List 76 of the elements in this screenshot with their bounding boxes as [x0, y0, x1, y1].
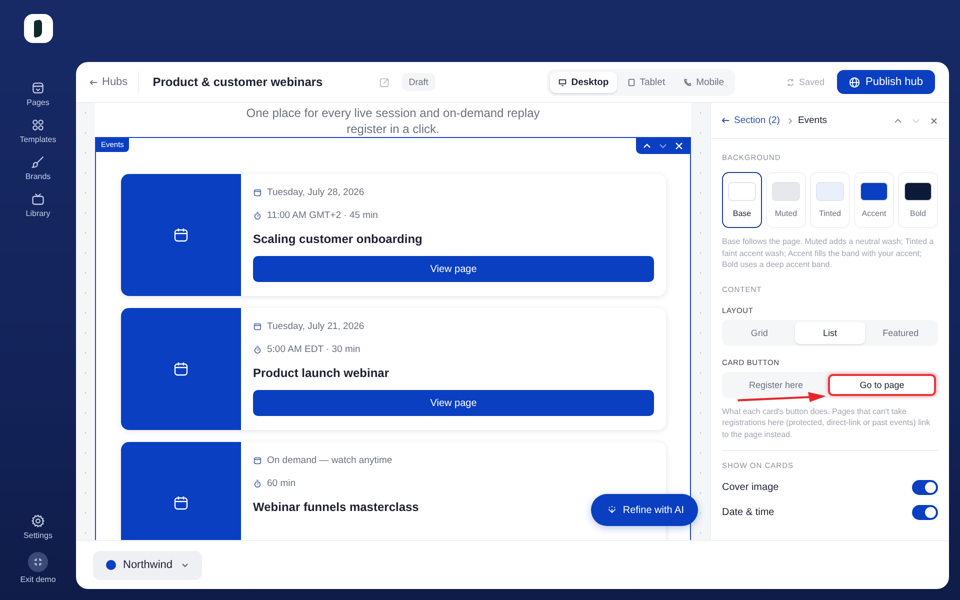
toggle-switch[interactable]	[912, 505, 938, 520]
refine-ai-button[interactable]: Refine with AI	[590, 494, 698, 526]
stopwatch-icon	[253, 210, 262, 220]
workspace-dropdown[interactable]: Northwind	[93, 550, 202, 580]
card-button-option[interactable]: Register here	[724, 374, 828, 396]
nav-item[interactable]: Exit demo	[20, 552, 56, 584]
move-down-icon[interactable]	[658, 141, 668, 151]
event-title: Webinar funnels masterclass	[253, 500, 419, 514]
selected-section[interactable]	[95, 137, 691, 540]
device-tab[interactable]: Mobile	[675, 72, 732, 92]
calendar-icon	[173, 227, 189, 243]
close-icon[interactable]	[929, 116, 939, 126]
globe-icon	[848, 76, 860, 88]
layout-option[interactable]: Featured	[865, 322, 936, 344]
collapse-icon	[28, 552, 48, 572]
publish-button[interactable]: Publish hub	[836, 70, 935, 94]
background-option[interactable]: Base	[722, 172, 762, 228]
calendar-icon	[253, 456, 262, 464]
nav-item[interactable]: Pages	[20, 81, 56, 107]
tablet-icon	[626, 78, 636, 86]
event-time: 5:00 AM EDT · 30 min	[267, 344, 360, 354]
arrow-left-icon	[89, 78, 98, 86]
background-option[interactable]: Accent	[854, 172, 894, 228]
stopwatch-icon	[253, 478, 262, 488]
toggle-label: Date & time	[722, 507, 774, 518]
view-page-button[interactable]: View page	[253, 256, 654, 282]
nav-item[interactable]: Settings	[20, 514, 56, 540]
toggle-switch[interactable]	[912, 480, 938, 495]
breadcrumb-current: Events	[798, 115, 827, 126]
card-button-option[interactable]: Go to page	[828, 374, 936, 396]
chevron-icon	[786, 116, 794, 124]
nav-item[interactable]: Templates	[20, 118, 56, 144]
event-title: Scaling customer onboarding	[253, 232, 422, 246]
event-date: On demand — watch anytime	[267, 454, 392, 466]
intro-text: register in a click.	[346, 121, 440, 137]
nav-item[interactable]: Brands	[20, 155, 56, 181]
pages-icon	[31, 81, 45, 95]
save-status: Saved	[786, 77, 824, 87]
nav-item[interactable]: Library	[20, 192, 56, 218]
status-badge: Draft	[402, 73, 436, 91]
monitor-icon	[558, 78, 568, 86]
back-link[interactable]: Hubs	[89, 76, 128, 88]
event-time: 60 min	[267, 478, 296, 488]
background-option[interactable]: Tinted	[810, 172, 850, 228]
intro-text: One place for every live session and on-demand replay	[245, 105, 541, 121]
view-page-button[interactable]: View page	[253, 390, 654, 416]
sync-icon	[786, 78, 795, 86]
calendar-icon	[253, 322, 262, 330]
calendar-icon	[173, 495, 189, 511]
sparkle-icon	[606, 505, 617, 515]
event-date: Tuesday, July 21, 2026	[267, 320, 364, 332]
help-text: What each card's button does. Pages that can't take registrations here (protected, direct-link or past events) link to the page instead.	[722, 406, 932, 440]
stopwatch-icon	[253, 344, 262, 354]
phone-icon	[683, 78, 692, 86]
toggle-label: Cover image	[722, 482, 779, 493]
close-icon[interactable]	[674, 141, 684, 151]
tv-icon	[31, 192, 45, 206]
background-option[interactable]: Bold	[898, 172, 938, 228]
app-logo[interactable]	[24, 14, 52, 43]
layout-option[interactable]: Grid	[724, 322, 795, 344]
brush-icon	[31, 155, 45, 169]
event-time: 11:00 AM GMT+2 · 45 min	[267, 210, 378, 220]
event-date: Tuesday, July 28, 2026	[267, 186, 364, 198]
breadcrumb-link[interactable]: Section (2)	[721, 115, 780, 126]
device-tab[interactable]: Tablet	[618, 72, 674, 92]
settings-icon	[30, 514, 45, 528]
event-title: Product launch webinar	[253, 366, 390, 380]
calendar-icon	[173, 361, 189, 377]
calendar-icon	[253, 188, 262, 196]
arrow-left-icon	[721, 116, 730, 125]
device-tab[interactable]: Desktop	[550, 72, 617, 92]
grid-icon	[31, 118, 45, 132]
background-option[interactable]: Muted	[766, 172, 806, 228]
help-text: Base follows the page. Muted adds a neutral wash; Tinted a faint accent wash; Accent fills the band with your accent; Bold uses a deep accent band.	[722, 236, 935, 270]
page-title: Product & customer webinars	[152, 75, 323, 89]
layout-option[interactable]: List	[794, 322, 866, 344]
